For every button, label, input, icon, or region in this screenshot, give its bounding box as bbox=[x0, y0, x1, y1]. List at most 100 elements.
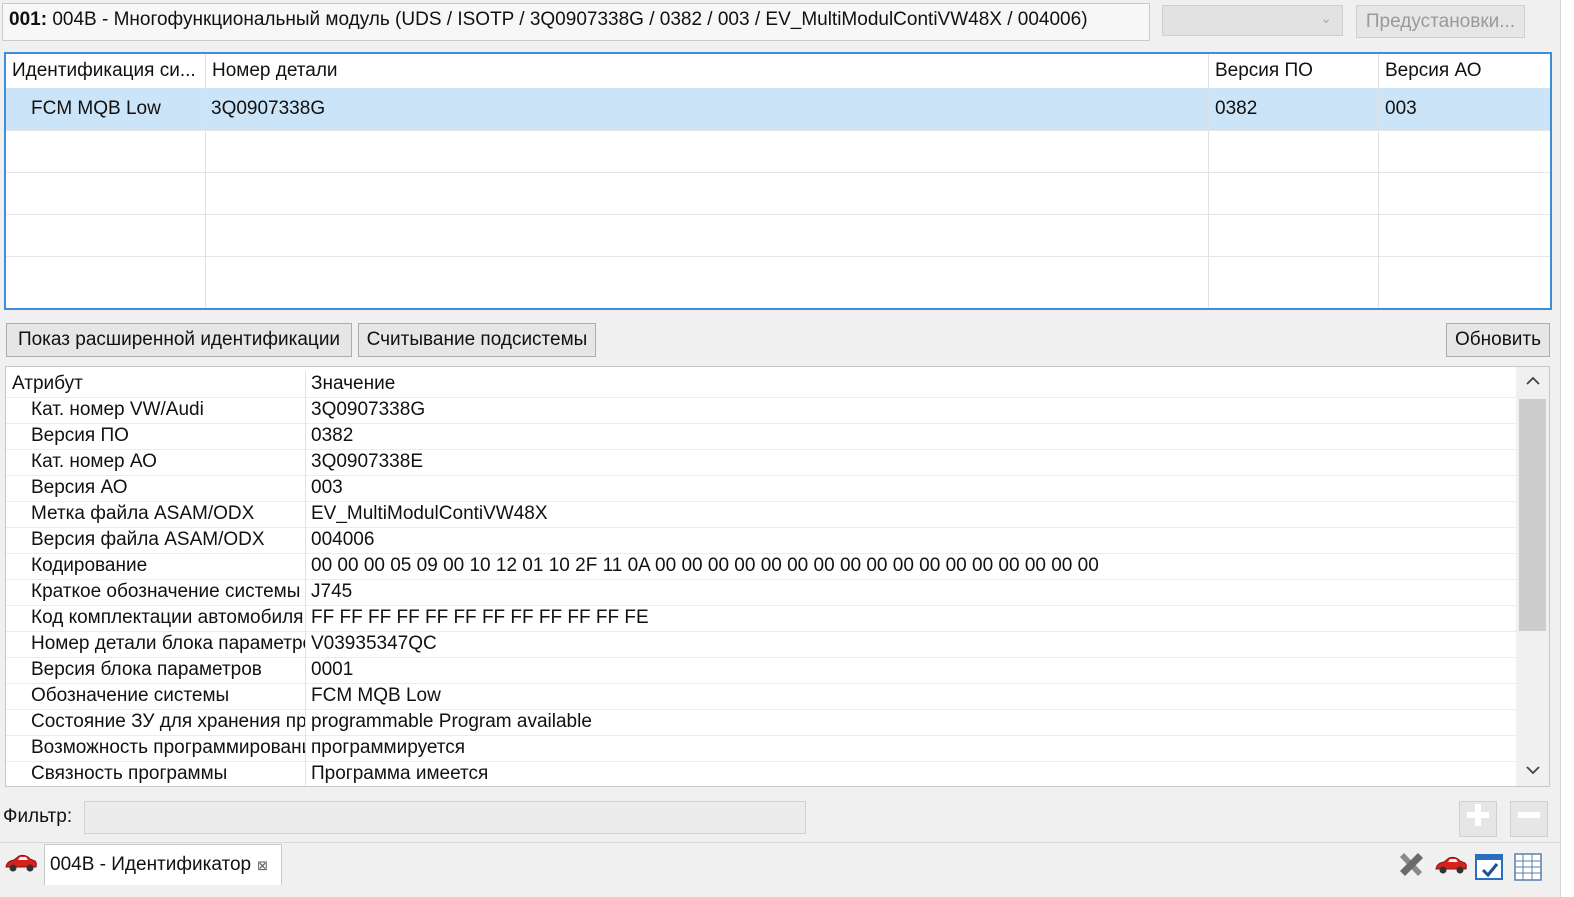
attribute-name: Связность программы bbox=[6, 761, 306, 786]
table-cell bbox=[206, 256, 1209, 308]
table-cell bbox=[6, 256, 206, 308]
table-row[interactable]: Кодирование 00 00 00 05 09 00 10 12 01 10… bbox=[6, 553, 1516, 580]
attribute-name: Версия файла ASAM/ODX bbox=[6, 527, 306, 553]
attribute-name: Версия АО bbox=[6, 475, 306, 501]
table-row[interactable]: Связность программы Программа имеется bbox=[6, 761, 1516, 786]
tab-label: 004B - Идентификатор bbox=[50, 854, 252, 875]
attribute-value: 0382 bbox=[311, 425, 354, 446]
table-row[interactable]: Возможность программирования программируе… bbox=[6, 735, 1516, 762]
table-row[interactable]: Кат. номер АО 3Q0907338E bbox=[6, 449, 1516, 476]
table-cell bbox=[206, 130, 1209, 172]
module-title: 001: 004B - Многофункциональный модуль (… bbox=[2, 3, 1150, 41]
table-cell bbox=[6, 214, 206, 256]
attribute-name: Код комплектации автомобиля bbox=[6, 605, 306, 631]
scroll-down-icon[interactable] bbox=[1516, 762, 1549, 780]
table-row-empty bbox=[6, 172, 1550, 215]
filter-label: Фильтр: bbox=[3, 806, 73, 827]
table-row[interactable]: Кат. номер VW/Audi 3Q0907338G bbox=[6, 397, 1516, 424]
table-row[interactable]: Версия файла ASAM/ODX 004006 bbox=[6, 527, 1516, 554]
preset-dropdown[interactable]: ⌄ bbox=[1162, 5, 1343, 36]
attribute-value: 3Q0907338E bbox=[311, 451, 423, 472]
table-cell: 3Q0907338G bbox=[206, 88, 1209, 130]
attribute-value: J745 bbox=[311, 581, 353, 602]
scroll-up-icon[interactable] bbox=[1516, 373, 1549, 391]
table-cell bbox=[206, 172, 1209, 214]
table-cell bbox=[1209, 172, 1379, 214]
attribute-value: программируется bbox=[311, 737, 466, 758]
window-check-icon[interactable] bbox=[1474, 852, 1504, 888]
attribute-name: Версия ПО bbox=[6, 423, 306, 449]
vertical-scrollbar[interactable] bbox=[1516, 367, 1549, 786]
table-row[interactable]: Код комплектации автомобиля FF FF FF FF F… bbox=[6, 605, 1516, 632]
table-row[interactable]: Краткое обозначение системы J745 bbox=[6, 579, 1516, 606]
table-cell: FCM MQB Low bbox=[6, 88, 206, 130]
add-filter-button[interactable] bbox=[1459, 801, 1497, 837]
table-cell bbox=[6, 172, 206, 214]
attribute-name: Кат. номер VW/Audi bbox=[6, 397, 306, 423]
car-red-icon[interactable] bbox=[1434, 854, 1468, 882]
table-row[interactable]: FCM MQB Low 3Q0907338G 0382 003 bbox=[6, 88, 1550, 131]
table-row[interactable]: Версия АО 003 bbox=[6, 475, 1516, 502]
column-header-sw-version[interactable]: Версия ПО bbox=[1209, 54, 1379, 88]
table-row[interactable]: Версия блока параметров 0001 bbox=[6, 657, 1516, 684]
attribute-value: Программа имеется bbox=[311, 763, 489, 784]
table-cell bbox=[1209, 214, 1379, 256]
attribute-value: FF FF FF FF FF FF FF FF FF FF FF FE bbox=[311, 607, 649, 628]
attribute-value: 004006 bbox=[311, 529, 375, 550]
plus-icon bbox=[1467, 804, 1489, 826]
tools-icon[interactable] bbox=[1396, 850, 1426, 886]
read-subsystem-button[interactable]: Считывание подсистемы bbox=[358, 323, 596, 357]
column-header-identification[interactable]: Идентификация си... bbox=[6, 54, 206, 88]
table-row-empty bbox=[6, 130, 1550, 173]
column-header-attribute[interactable]: Атрибут bbox=[6, 371, 306, 397]
attribute-name: Кат. номер АО bbox=[6, 449, 306, 475]
attribute-name: Краткое обозначение системы bbox=[6, 579, 306, 605]
scrollbar-thumb[interactable] bbox=[1519, 399, 1546, 631]
table-row-empty bbox=[6, 214, 1550, 257]
module-title-text: 004B - Многофункциональный модуль (UDS /… bbox=[52, 9, 1088, 30]
attribute-name: Возможность программирования bbox=[6, 735, 306, 761]
attribute-value: V03935347QC bbox=[311, 633, 437, 654]
table-row[interactable]: Номер детали блока параметров V03935347QC bbox=[6, 631, 1516, 658]
table-cell bbox=[206, 214, 1209, 256]
right-edge-panel bbox=[1560, 0, 1574, 897]
car-icon[interactable] bbox=[4, 852, 38, 880]
close-icon[interactable]: ⊠ bbox=[257, 858, 268, 873]
filter-input[interactable] bbox=[84, 801, 806, 834]
grid-icon[interactable] bbox=[1513, 852, 1543, 888]
attribute-value: programmable Program available bbox=[311, 711, 592, 732]
attribute-name: Номер детали блока параметров bbox=[6, 631, 306, 657]
attribute-name: Обозначение системы bbox=[6, 683, 306, 709]
tab-identification[interactable]: 004B - Идентификатор ⊠ bbox=[44, 844, 282, 885]
table-row-empty bbox=[6, 256, 1550, 308]
extended-identification-button[interactable]: Показ расширенной идентификации bbox=[6, 323, 352, 357]
table-row[interactable]: Состояние ЗУ для хранения программprogra… bbox=[6, 709, 1516, 736]
table-row[interactable]: Версия ПО 0382 bbox=[6, 423, 1516, 450]
column-header-hw-version[interactable]: Версия АО bbox=[1379, 54, 1550, 88]
attribute-value: 003 bbox=[311, 477, 343, 498]
column-header-value[interactable]: Значение bbox=[306, 371, 1516, 397]
module-address: 001: bbox=[9, 9, 48, 30]
attribute-name: Метка файла ASAM/ODX bbox=[6, 501, 306, 527]
attribute-name: Кодирование bbox=[6, 553, 306, 579]
subsystem-table[interactable]: Идентификация си... Номер детали Версия … bbox=[4, 52, 1552, 310]
attribute-value: 0001 bbox=[311, 659, 354, 680]
table-cell bbox=[1209, 130, 1379, 172]
subsystem-table-header: Идентификация си... Номер детали Версия … bbox=[6, 54, 1550, 89]
attribute-value: FCM MQB Low bbox=[311, 685, 441, 706]
table-cell bbox=[6, 130, 206, 172]
attribute-table[interactable]: Атрибут Значение Кат. номер VW/Audi 3Q090… bbox=[5, 366, 1550, 787]
column-header-part-number[interactable]: Номер детали bbox=[206, 54, 1209, 88]
presets-button[interactable]: Предустановки... bbox=[1356, 5, 1525, 38]
attribute-table-header: Атрибут Значение bbox=[6, 371, 1516, 398]
table-row[interactable]: Метка файла ASAM/ODX EV_MultiModulContiVW… bbox=[6, 501, 1516, 528]
table-row[interactable]: Обозначение системы FCM MQB Low bbox=[6, 683, 1516, 710]
attribute-name: Версия блока параметров bbox=[6, 657, 306, 683]
refresh-button[interactable]: Обновить bbox=[1446, 323, 1550, 357]
remove-filter-button[interactable] bbox=[1510, 801, 1548, 837]
attribute-value: 00 00 00 05 09 00 10 12 01 10 2F 11 0A 0… bbox=[311, 555, 1099, 576]
table-cell: 003 bbox=[1385, 98, 1417, 119]
minus-icon bbox=[1518, 812, 1540, 818]
table-cell: 0382 bbox=[1209, 88, 1379, 130]
chevron-down-icon: ⌄ bbox=[1320, 10, 1332, 26]
